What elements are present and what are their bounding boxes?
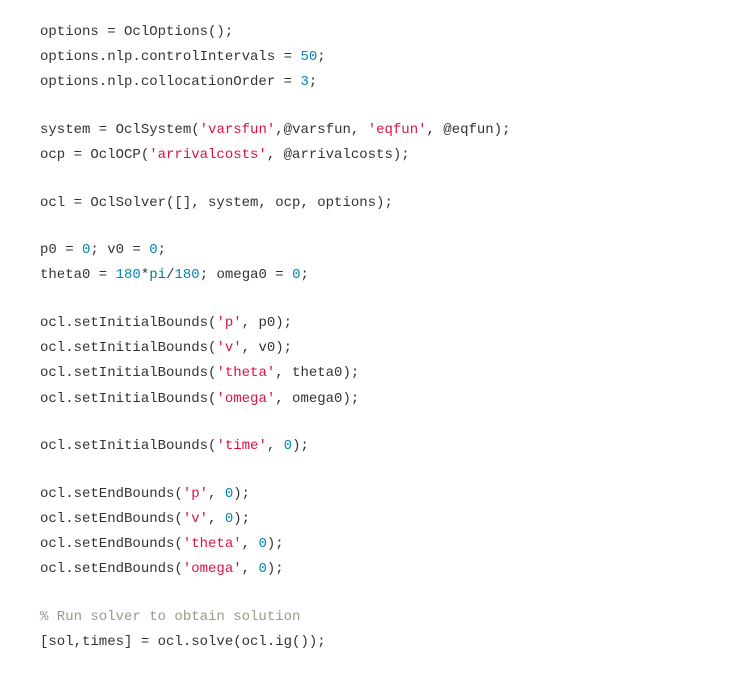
code-token-default: ; (301, 267, 309, 283)
code-line: theta0 = 180*pi/180; omega0 = 0; (40, 263, 706, 288)
code-token-default: , theta0); (275, 365, 359, 381)
code-token-default: , omega0); (275, 391, 359, 407)
code-token-default: ocl.setEndBounds( (40, 561, 183, 577)
code-token-string: 'arrivalcosts' (149, 147, 267, 163)
code-token-default: ocl.setInitialBounds( (40, 365, 216, 381)
code-line: ocp = OclOCP('arrivalcosts', @arrivalcos… (40, 143, 706, 168)
code-token-number: 180 (116, 267, 141, 283)
code-line: ocl.setEndBounds('theta', 0); (40, 532, 706, 557)
code-token-default: ocl.setInitialBounds( (40, 391, 216, 407)
code-token-number: 0 (225, 486, 233, 502)
code-token-default: options.nlp.collocationOrder = (40, 74, 300, 90)
code-line: ocl.setInitialBounds('time', 0); (40, 434, 706, 459)
code-line: ocl.setInitialBounds('theta', theta0); (40, 361, 706, 386)
code-token-string: 'p' (183, 486, 208, 502)
code-token-number: 0 (292, 267, 300, 283)
code-line (40, 583, 706, 605)
code-token-default: ocl = OclSolver([], system, ocp, options… (40, 195, 393, 211)
code-line: ocl = OclSolver([], system, ocp, options… (40, 191, 706, 216)
code-line: options.nlp.controlIntervals = 50; (40, 45, 706, 70)
code-line: ocl.setEndBounds('omega', 0); (40, 557, 706, 582)
code-token-default: , p0); (242, 315, 292, 331)
code-token-number: 180 (174, 267, 199, 283)
code-token-string: 'time' (216, 438, 266, 454)
code-token-number: 3 (300, 74, 308, 90)
code-token-default: , (208, 511, 225, 527)
code-token-string: 'theta' (216, 365, 275, 381)
code-line (40, 216, 706, 238)
code-token-default: ocp = OclOCP( (40, 147, 149, 163)
code-token-default: ; (317, 49, 325, 65)
code-token-string: 'omega' (183, 561, 242, 577)
code-line: ocl.setEndBounds('v', 0); (40, 507, 706, 532)
code-token-default: ocl.setEndBounds( (40, 511, 183, 527)
code-token-default: ); (233, 511, 250, 527)
code-token-number: 0 (258, 561, 266, 577)
code-line (40, 412, 706, 434)
code-token-default: ocl.setInitialBounds( (40, 438, 216, 454)
code-block: options = OclOptions(); options.nlp.contr… (40, 20, 706, 655)
code-token-string: 'eqfun' (368, 122, 427, 138)
code-token-default: ocl.setInitialBounds( (40, 315, 216, 331)
code-line: % Run solver to obtain solution (40, 605, 706, 630)
code-token-default: , (208, 486, 225, 502)
code-line: options.nlp.collocationOrder = 3; (40, 70, 706, 95)
code-token-default: ; omega0 = (200, 267, 292, 283)
code-token-default: [sol,times] = ocl.solve(ocl.ig()); (40, 634, 326, 650)
code-token-default: theta0 = (40, 267, 116, 283)
code-line: options = OclOptions(); (40, 20, 706, 45)
code-line: ocl.setEndBounds('p', 0); (40, 482, 706, 507)
code-line: ocl.setInitialBounds('omega', omega0); (40, 387, 706, 412)
code-token-default: ,@varsfun, (275, 122, 367, 138)
code-token-default: ); (292, 438, 309, 454)
code-token-number: 50 (300, 49, 317, 65)
code-line: system = OclSystem('varsfun',@varsfun, '… (40, 118, 706, 143)
code-token-string: 'p' (216, 315, 241, 331)
code-token-default: , @eqfun); (427, 122, 511, 138)
code-token-default: system = OclSystem( (40, 122, 200, 138)
code-token-default: ocl.setInitialBounds( (40, 340, 216, 356)
code-line: p0 = 0; v0 = 0; (40, 238, 706, 263)
code-token-string: 'theta' (183, 536, 242, 552)
code-token-default: ); (267, 536, 284, 552)
code-token-default: , (242, 561, 259, 577)
code-token-default: ; (158, 242, 166, 258)
code-token-number: 0 (284, 438, 292, 454)
code-token-default: ); (233, 486, 250, 502)
code-line (40, 96, 706, 118)
code-token-default: ; (309, 74, 317, 90)
code-token-number: 0 (225, 511, 233, 527)
code-token-default: ); (267, 561, 284, 577)
code-line (40, 459, 706, 481)
code-token-default: ocl.setEndBounds( (40, 486, 183, 502)
code-line (40, 168, 706, 190)
code-token-comment: % Run solver to obtain solution (40, 609, 300, 625)
code-line: ocl.setInitialBounds('v', v0); (40, 336, 706, 361)
code-token-string: 'omega' (216, 391, 275, 407)
code-token-default: ; v0 = (90, 242, 149, 258)
code-token-default: ocl.setEndBounds( (40, 536, 183, 552)
code-token-default: , @arrivalcosts); (267, 147, 410, 163)
code-token-default: , (267, 438, 284, 454)
code-token-default: * (141, 267, 149, 283)
code-token-number: 0 (258, 536, 266, 552)
code-token-default: options = OclOptions(); (40, 24, 233, 40)
code-line: [sol,times] = ocl.solve(ocl.ig()); (40, 630, 706, 655)
code-token-string: 'varsfun' (200, 122, 276, 138)
code-token-default: options.nlp.controlIntervals = (40, 49, 300, 65)
code-token-number: 0 (149, 242, 157, 258)
code-token-string: 'v' (183, 511, 208, 527)
code-token-string: 'v' (216, 340, 241, 356)
code-token-default: , v0); (242, 340, 292, 356)
code-line (40, 289, 706, 311)
code-token-default: , (242, 536, 259, 552)
code-line: ocl.setInitialBounds('p', p0); (40, 311, 706, 336)
code-token-keyword: pi (149, 267, 166, 283)
code-token-default: p0 = (40, 242, 82, 258)
